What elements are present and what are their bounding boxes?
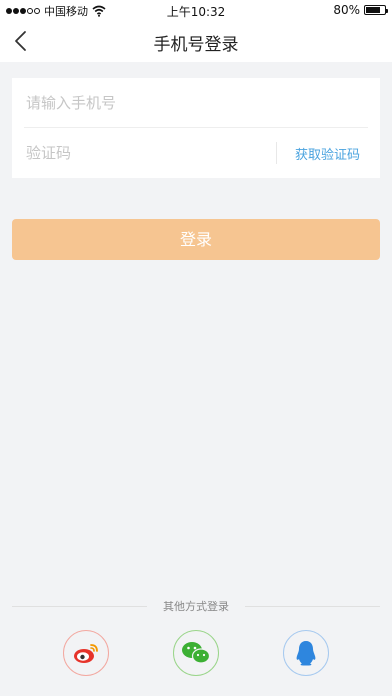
qq-login-button[interactable] — [283, 630, 329, 676]
divider — [276, 142, 277, 164]
qq-icon — [296, 641, 316, 666]
weibo-login-button[interactable] — [63, 630, 109, 676]
nav-bar: 手机号登录 — [0, 20, 392, 62]
battery-fill — [366, 7, 381, 13]
battery-icon — [364, 5, 388, 15]
code-row: 获取验证码 — [12, 128, 380, 178]
status-bar: 中国移动 上午10:32 80% — [0, 0, 392, 20]
status-right: 80% — [333, 3, 388, 17]
phone-input[interactable] — [26, 91, 366, 115]
wechat-login-button[interactable] — [173, 630, 219, 676]
login-form: 获取验证码 — [12, 78, 380, 178]
login-button[interactable]: 登录 — [12, 219, 380, 260]
verification-code-input[interactable] — [26, 141, 266, 165]
battery-percent: 80% — [333, 3, 360, 17]
weibo-icon — [74, 644, 98, 663]
other-login-divider: 其他方式登录 — [12, 598, 380, 614]
page-title: 手机号登录 — [153, 35, 239, 55]
divider — [245, 606, 380, 607]
wechat-icon — [182, 642, 211, 664]
phone-row — [12, 78, 380, 128]
get-code-button[interactable]: 获取验证码 — [295, 144, 360, 163]
